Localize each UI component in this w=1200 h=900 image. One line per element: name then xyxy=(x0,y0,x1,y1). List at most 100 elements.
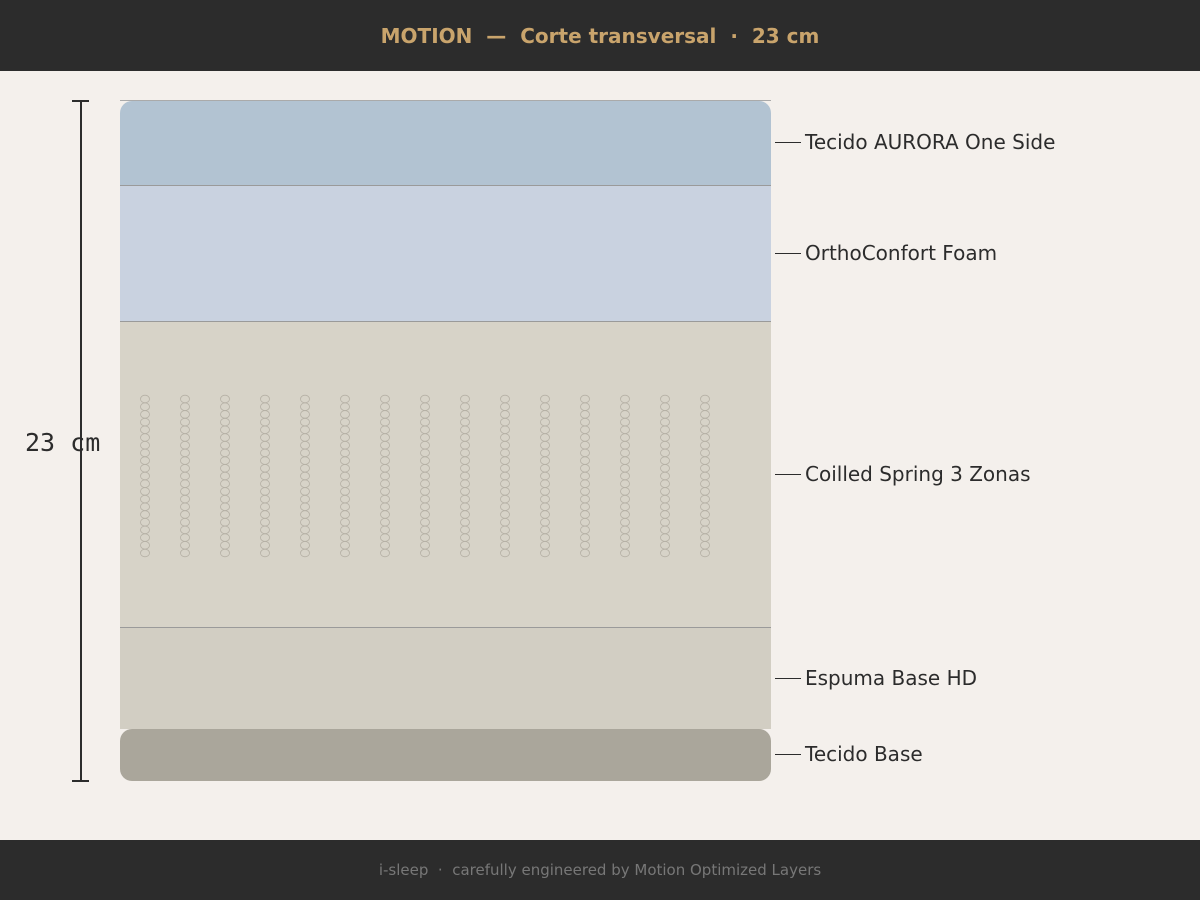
spring-coil-loop xyxy=(460,471,470,481)
spring-coil-loop xyxy=(620,502,630,511)
spring-coil-loop xyxy=(140,548,150,558)
page-title: MOTION — Corte transversal · 23 cm xyxy=(380,23,820,48)
spring-coil-loop xyxy=(140,502,150,511)
spring-coil-loop xyxy=(260,502,270,511)
spring-coil-loop xyxy=(500,464,510,473)
spring-coil-loop xyxy=(260,510,270,519)
spring-coil-loop xyxy=(260,471,270,481)
spring-coil-loop xyxy=(180,402,190,411)
leader-line-2 xyxy=(775,253,801,254)
spring-coil-loop xyxy=(180,417,190,427)
spring-coil-loop xyxy=(300,517,310,527)
spring-coil-loop xyxy=(140,487,150,496)
spring-coil-loop xyxy=(340,402,350,411)
spring-coil-loop xyxy=(580,456,590,465)
spring-coil-loop xyxy=(420,517,430,527)
spring-coil-loop xyxy=(540,402,550,411)
spring-coil-loop xyxy=(180,525,190,535)
spring-coil-loop xyxy=(580,394,590,404)
spring-coil-loop xyxy=(300,440,310,450)
spring-coil-loop xyxy=(580,433,590,442)
spring-coil-loop xyxy=(340,456,350,465)
spring-coil-loop xyxy=(340,425,350,434)
spring-coil-loop xyxy=(220,433,230,442)
spring-coil-loop xyxy=(140,510,150,519)
spring-coil-loop xyxy=(220,448,230,458)
spring-coil-loop xyxy=(460,510,470,519)
spring-coil-loop xyxy=(620,410,630,419)
spring-coil-loop xyxy=(540,541,550,550)
spring-coil-loop xyxy=(500,479,510,488)
spring-coil-loop xyxy=(180,448,190,458)
spring-coil-loop xyxy=(580,471,590,481)
spring-coil-loop xyxy=(580,541,590,550)
spring-coil-loop xyxy=(700,417,710,427)
spring-coil-loop xyxy=(700,402,710,411)
spring-coil-loop xyxy=(700,502,710,511)
spring-coil-loop xyxy=(540,502,550,511)
spring-coil-loop xyxy=(700,487,710,496)
header-bar: MOTION — Corte transversal · 23 cm xyxy=(0,0,1200,71)
spring-coil-loop xyxy=(500,417,510,427)
spring-coil-loop xyxy=(420,433,430,442)
spring-coil-loop xyxy=(180,517,190,527)
spring-coil-loop xyxy=(300,487,310,496)
spring-coil-loop xyxy=(540,510,550,519)
spring-coil-loop xyxy=(580,440,590,450)
spring-coil-loop xyxy=(660,394,670,404)
spring-coil-loop xyxy=(420,541,430,550)
spring-coil-loop xyxy=(340,417,350,427)
spring-coil-loop xyxy=(260,541,270,550)
spring-coil-loop xyxy=(140,525,150,535)
spring-coil-loop xyxy=(340,533,350,542)
spring-coil-loop xyxy=(540,471,550,481)
leader-line-5 xyxy=(775,754,801,755)
spring-coil-loop xyxy=(340,471,350,481)
spring-coil-loop xyxy=(300,502,310,511)
spring-coil-loop xyxy=(180,425,190,434)
spring-coil-loop xyxy=(180,533,190,542)
spring-coil-loop xyxy=(620,433,630,442)
spring-coil-loop xyxy=(660,433,670,442)
spring-coil-loop xyxy=(220,502,230,511)
spring-coil-loop xyxy=(140,541,150,550)
dimension-cap-bottom xyxy=(72,780,89,782)
spring-coil-loop xyxy=(500,525,510,535)
spring-coil-loop xyxy=(500,533,510,542)
spring-coil-loop xyxy=(660,402,670,411)
spring-coil-loop xyxy=(180,464,190,473)
spring-coil-loop xyxy=(380,394,390,404)
spring-coil-loop xyxy=(420,464,430,473)
layer-coilled-spring xyxy=(120,321,771,627)
layer-espuma-base xyxy=(120,627,771,729)
spring-coil-loop xyxy=(340,548,350,558)
spring-coil-loop xyxy=(380,417,390,427)
spring-coil-loop xyxy=(340,464,350,473)
spring-coil-loop xyxy=(660,410,670,419)
spring-coil-loop xyxy=(140,402,150,411)
label-tecido-base: Tecido Base xyxy=(805,742,923,766)
spring-coil-loop xyxy=(620,541,630,550)
spring-coil-loop xyxy=(620,548,630,558)
spring-coil-loop xyxy=(220,525,230,535)
spring-coil-loop xyxy=(260,440,270,450)
spring-coil-loop xyxy=(540,394,550,404)
spring-coil-loop xyxy=(500,410,510,419)
spring-coil-loop xyxy=(340,525,350,535)
spring-coil-loop xyxy=(220,487,230,496)
spring-coil-loop xyxy=(340,487,350,496)
spring-coil-loop xyxy=(580,417,590,427)
spring-coil-loop xyxy=(260,533,270,542)
spring-coil-loop xyxy=(380,464,390,473)
spring-coil-loop xyxy=(500,494,510,504)
spring-coil-loop xyxy=(700,541,710,550)
spring-coil-loop xyxy=(660,525,670,535)
spring-coil-loop xyxy=(420,510,430,519)
spring-coil-loop xyxy=(180,510,190,519)
label-coilled-spring: Coilled Spring 3 Zonas xyxy=(805,462,1031,486)
spring-coil-loop xyxy=(300,548,310,558)
spring-coil-loop xyxy=(460,541,470,550)
leader-line-4 xyxy=(775,678,801,679)
leader-line-3 xyxy=(775,474,801,475)
spring-coil-loop xyxy=(420,502,430,511)
